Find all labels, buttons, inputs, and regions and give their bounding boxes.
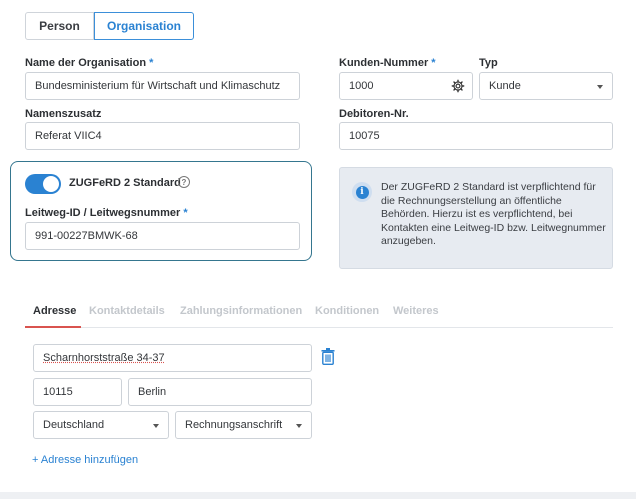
customer-number-input[interactable]: 1000 (339, 72, 473, 100)
city-input[interactable]: Berlin (128, 378, 312, 406)
tab-kontaktdetails[interactable]: Kontaktdetails (89, 305, 165, 317)
info-text: Der ZUGFeRD 2 Standard ist verpflichtend… (381, 181, 606, 248)
tab-adresse[interactable]: Adresse (33, 305, 76, 317)
type-select[interactable]: Kunde (479, 72, 613, 100)
org-name-label: Name der Organisation * (25, 57, 154, 69)
active-tab-indicator (25, 326, 81, 328)
leitweg-input[interactable]: 991-00227BMWK-68 (25, 222, 300, 250)
chevron-down-icon (153, 424, 159, 428)
zugferd-toggle[interactable] (25, 174, 61, 194)
zugferd-label: ZUGFeRD 2 Standard (69, 177, 181, 189)
trash-icon[interactable] (321, 348, 335, 365)
zip-input[interactable]: 10115 (33, 378, 122, 406)
toggle-knob (43, 176, 59, 192)
customer-number-label: Kunden-Nummer * (339, 57, 436, 69)
detail-tabs: Adresse Kontaktdetails Zahlungsinformati… (25, 302, 613, 328)
organisation-button[interactable]: Organisation (94, 12, 194, 40)
info-box: i Der ZUGFeRD 2 Standard ist verpflichte… (339, 167, 613, 269)
gear-icon[interactable] (451, 79, 465, 93)
leitweg-label: Leitweg-ID / Leitwegsnummer * (25, 207, 188, 219)
person-button[interactable]: Person (25, 12, 94, 40)
name-suffix-input[interactable]: Referat VIIC4 (25, 122, 300, 150)
info-icon: i (352, 182, 372, 202)
name-suffix-label: Namenszusatz (25, 108, 102, 120)
chevron-down-icon (296, 424, 302, 428)
add-address-link[interactable]: + Adresse hinzufügen (32, 454, 138, 466)
bottom-bar (0, 492, 636, 499)
debtor-number-label: Debitoren-Nr. (339, 108, 409, 120)
tab-zahlungsinformationen[interactable]: Zahlungsinformationen (180, 305, 302, 317)
contact-type-switch: Person Organisation (25, 12, 194, 40)
chevron-down-icon (597, 85, 603, 89)
debtor-number-input[interactable]: 10075 (339, 122, 613, 150)
street-input[interactable]: Scharnhorststraße 34-37 (33, 344, 312, 372)
org-name-input[interactable]: Bundesministerium für Wirtschaft und Kli… (25, 72, 300, 100)
tab-weiteres[interactable]: Weiteres (393, 305, 439, 317)
help-icon[interactable]: ? (178, 176, 190, 188)
tab-konditionen[interactable]: Konditionen (315, 305, 379, 317)
type-label: Typ (479, 57, 498, 69)
country-select[interactable]: Deutschland (33, 411, 169, 439)
address-type-select[interactable]: Rechnungsanschrift (175, 411, 312, 439)
